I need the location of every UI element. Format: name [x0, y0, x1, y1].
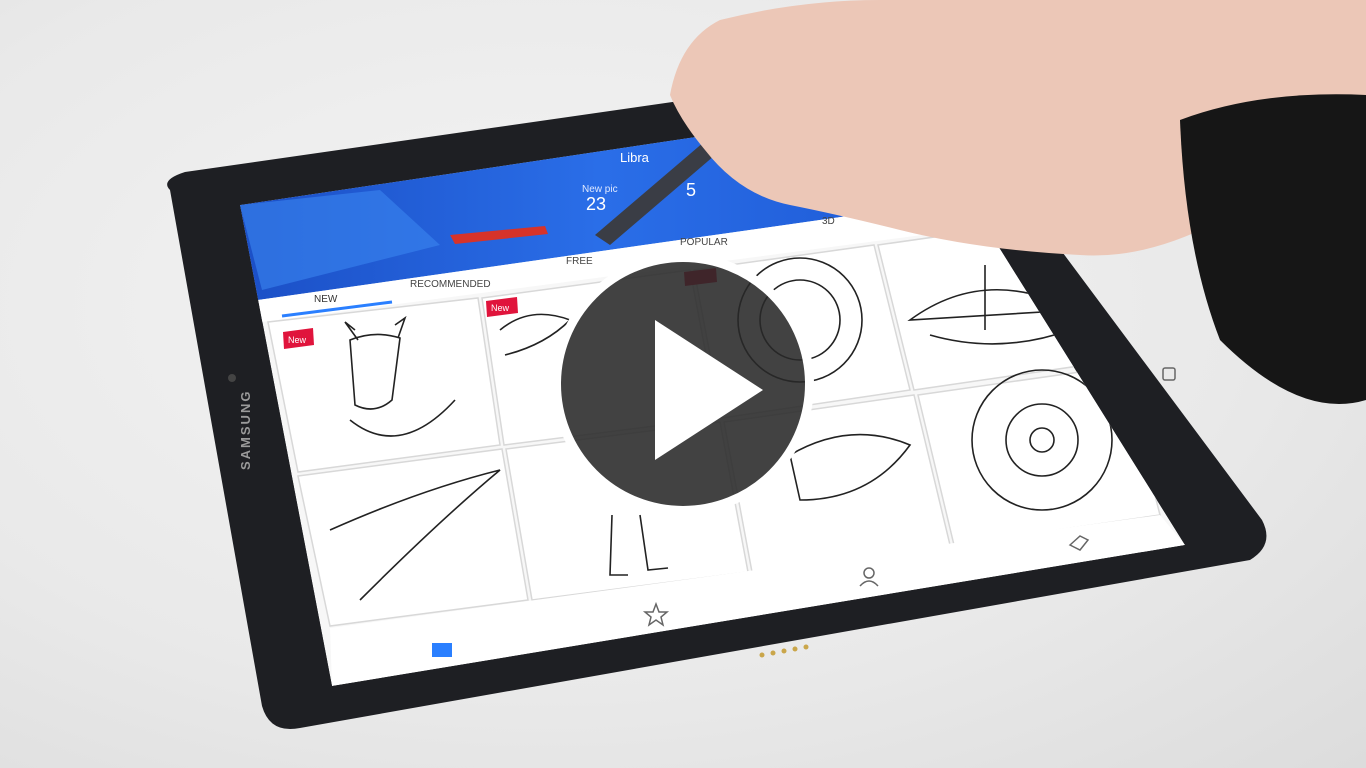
header-title: Libra — [620, 150, 650, 165]
header-count-tail: 5 — [686, 180, 696, 200]
header-count: 23 — [586, 194, 606, 214]
pogo-connector — [759, 644, 809, 658]
front-camera — [228, 374, 236, 382]
badge-new-2-label: New — [491, 303, 510, 313]
play-icon — [655, 320, 763, 460]
recent-apps-key — [1162, 367, 1176, 381]
sleeve — [1180, 94, 1366, 405]
video-play-button[interactable] — [552, 253, 814, 515]
tab-free[interactable]: FREE — [566, 256, 593, 267]
thumbnail-fox[interactable] — [267, 297, 501, 473]
tab-recommended[interactable]: RECOMMENDED — [410, 279, 491, 290]
tab-3d[interactable]: 3D — [822, 216, 835, 227]
tab-new[interactable]: NEW — [314, 294, 338, 305]
brand-logo: SAMSUNG — [238, 390, 253, 470]
book-icon[interactable] — [432, 643, 452, 657]
badge-new-1-label: New — [288, 335, 307, 345]
tab-popular[interactable]: POPULAR — [680, 237, 728, 248]
